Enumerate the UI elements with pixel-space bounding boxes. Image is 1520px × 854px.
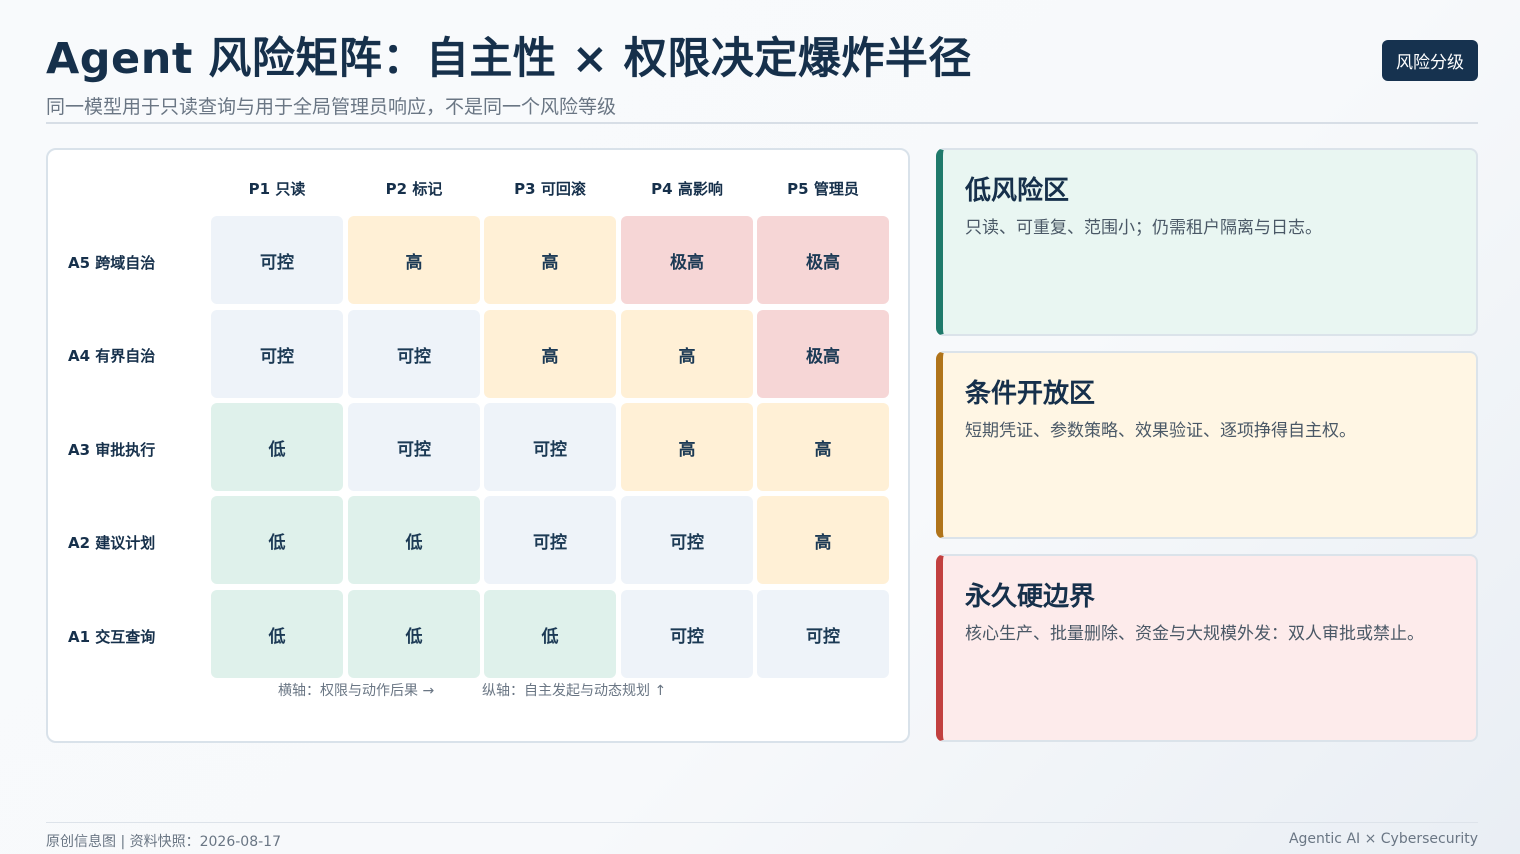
header: Agent 风险矩阵：自主性 × 权限决定爆炸半径 同一模型用于只读查询与用于全… (46, 30, 1478, 124)
footer-brand: Agentic AI × Cybersecurity (1288, 831, 1478, 847)
zone-title: 低风险区 (965, 176, 1070, 206)
zone-card-hard-boundary: 永久硬边界 核心生产、批量删除、资金与大规模外发：双人审批或禁止。 (936, 554, 1478, 742)
zone-title: 条件开放区 (965, 379, 1096, 409)
column-header-p4: P4 高影响 (651, 180, 723, 198)
matrix-cell: 极高 (757, 216, 889, 304)
matrix-cell: 可控 (211, 310, 343, 398)
matrix-cell: 可控 (621, 590, 753, 678)
y-axis-note: 纵轴：自主发起与动态规划 ↑ (482, 683, 667, 699)
matrix-cell: 高 (757, 403, 889, 491)
row-header-a1: A1 交互查询 (68, 628, 156, 646)
matrix-cell: 低 (211, 403, 343, 491)
page-title: Agent 风险矩阵：自主性 × 权限决定爆炸半径 (46, 34, 972, 84)
zone-title: 永久硬边界 (965, 582, 1096, 612)
matrix-cell: 高 (484, 310, 616, 398)
zone-description: 短期凭证、参数策略、效果验证、逐项挣得自主权。 (965, 421, 1356, 441)
risk-matrix: P1 只读 P2 标记 P3 可回滚 P4 高影响 P5 管理员 A5 跨域自治… (46, 148, 910, 743)
matrix-cell: 高 (757, 496, 889, 584)
x-axis-note: 横轴：权限与动作后果 → (278, 683, 435, 699)
matrix-cell: 可控 (484, 496, 616, 584)
column-header-p5: P5 管理员 (787, 180, 859, 198)
matrix-cell: 可控 (621, 496, 753, 584)
zone-card-low-risk: 低风险区 只读、可重复、范围小；仍需租户隔离与日志。 (936, 148, 1478, 336)
matrix-cell: 高 (621, 403, 753, 491)
row-header-a2: A2 建议计划 (68, 534, 156, 552)
matrix-cell: 极高 (621, 216, 753, 304)
matrix-cell: 低 (211, 590, 343, 678)
risk-level-badge: 风险分级 (1382, 40, 1478, 81)
zone-card-conditional: 条件开放区 短期凭证、参数策略、效果验证、逐项挣得自主权。 (936, 351, 1478, 539)
row-header-a3: A3 审批执行 (68, 441, 156, 459)
matrix-cell: 低 (348, 590, 480, 678)
zone-description: 只读、可重复、范围小；仍需租户隔离与日志。 (965, 218, 1322, 238)
column-header-p3: P3 可回滚 (514, 180, 586, 198)
zone-description: 核心生产、批量删除、资金与大规模外发：双人审批或禁止。 (965, 624, 1424, 644)
matrix-cell: 低 (348, 496, 480, 584)
matrix-cell: 高 (621, 310, 753, 398)
matrix-cell: 可控 (211, 216, 343, 304)
footer-source: 原创信息图 | 资料快照：2026-08-17 (46, 834, 281, 850)
column-header-p1: P1 只读 (248, 180, 306, 198)
page-subtitle: 同一模型用于只读查询与用于全局管理员响应，不是同一个风险等级 (46, 96, 617, 118)
row-header-a5: A5 跨域自治 (68, 254, 156, 272)
column-header-p2: P2 标记 (385, 180, 443, 198)
row-header-a4: A4 有界自治 (68, 347, 156, 365)
matrix-cell: 低 (211, 496, 343, 584)
matrix-cell: 高 (484, 216, 616, 304)
matrix-cell: 低 (484, 590, 616, 678)
matrix-cell: 高 (348, 216, 480, 304)
matrix-cell: 可控 (484, 403, 616, 491)
matrix-cell: 可控 (757, 590, 889, 678)
matrix-cell: 极高 (757, 310, 889, 398)
matrix-cell: 可控 (348, 403, 480, 491)
footer: 原创信息图 | 资料快照：2026-08-17 Agentic AI × Cyb… (46, 822, 1478, 851)
matrix-cell: 可控 (348, 310, 480, 398)
